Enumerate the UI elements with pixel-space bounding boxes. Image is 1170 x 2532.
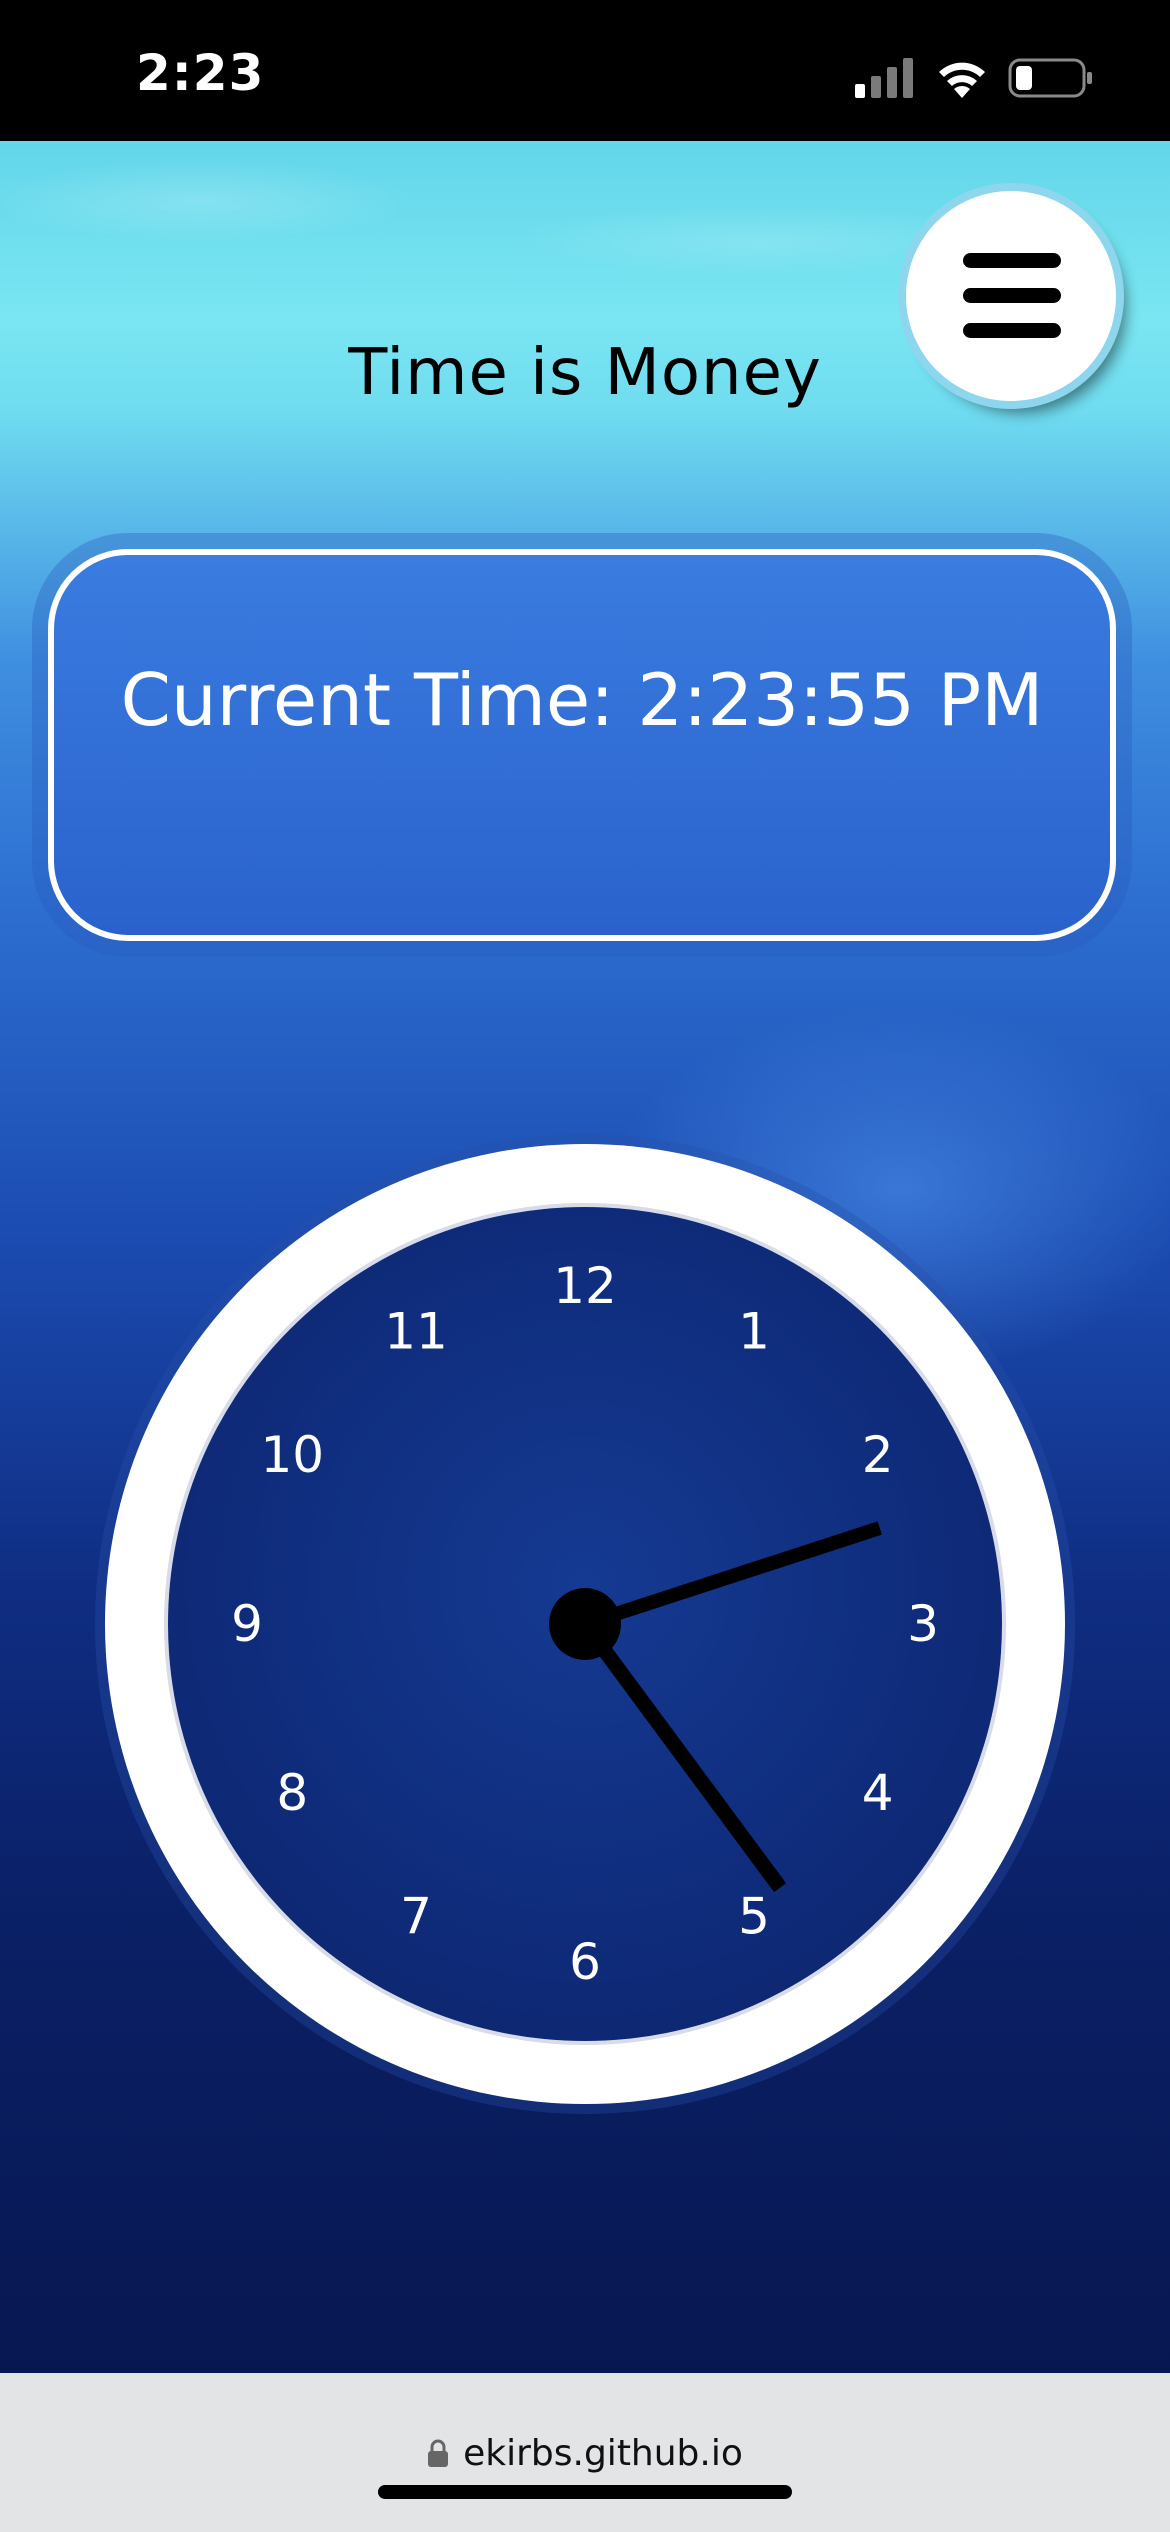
clock-number-1: 1 [738, 1302, 770, 1360]
clock-number-11: 11 [384, 1302, 448, 1360]
clock-number-9: 9 [231, 1595, 263, 1653]
clock-number-2: 2 [862, 1426, 894, 1484]
current-time-card: Current Time: 2:23:55 PM [48, 549, 1116, 941]
menu-line-bottom [963, 323, 1061, 338]
status-bar: 2:23 [0, 0, 1170, 141]
clock-number-8: 8 [276, 1764, 308, 1822]
clock-number-6: 6 [569, 1933, 601, 1991]
url-text: ekirbs.github.io [463, 2433, 743, 2474]
home-indicator[interactable] [378, 2485, 792, 2499]
menu-button[interactable] [906, 191, 1116, 401]
menu-line-top [963, 253, 1061, 268]
clock-dial: 121234567891011 [231, 1257, 939, 1991]
analog-clock: 12 1 2 3 4 5 6 7 8 9 10 11 [105, 1144, 1065, 2104]
lock-icon [428, 2439, 449, 2467]
page-background: Time is Money Current Time: 2:23:55 PM 1… [0, 141, 1170, 2373]
cellular-signal-icon [855, 58, 913, 98]
clock-center-pin [549, 1588, 621, 1660]
url-container[interactable]: ekirbs.github.io [0, 2433, 1170, 2474]
clock-number-7: 7 [400, 1888, 432, 1946]
clock-number-3: 3 [907, 1595, 939, 1653]
clock-number-12: 12 [553, 1257, 617, 1315]
clock-number-10: 10 [260, 1426, 324, 1484]
status-time: 2:23 [136, 44, 265, 102]
clock-number-5: 5 [738, 1888, 770, 1946]
minute-hand [578, 1619, 787, 1893]
clock-number-4: 4 [862, 1764, 894, 1822]
menu-line-middle [963, 288, 1061, 303]
current-time-text: Current Time: 2:23:55 PM [120, 658, 1044, 742]
browser-url-bar[interactable]: ekirbs.github.io [0, 2373, 1170, 2532]
hour-hand [582, 1521, 882, 1631]
wifi-icon [939, 62, 985, 98]
battery-icon [1008, 58, 1092, 98]
